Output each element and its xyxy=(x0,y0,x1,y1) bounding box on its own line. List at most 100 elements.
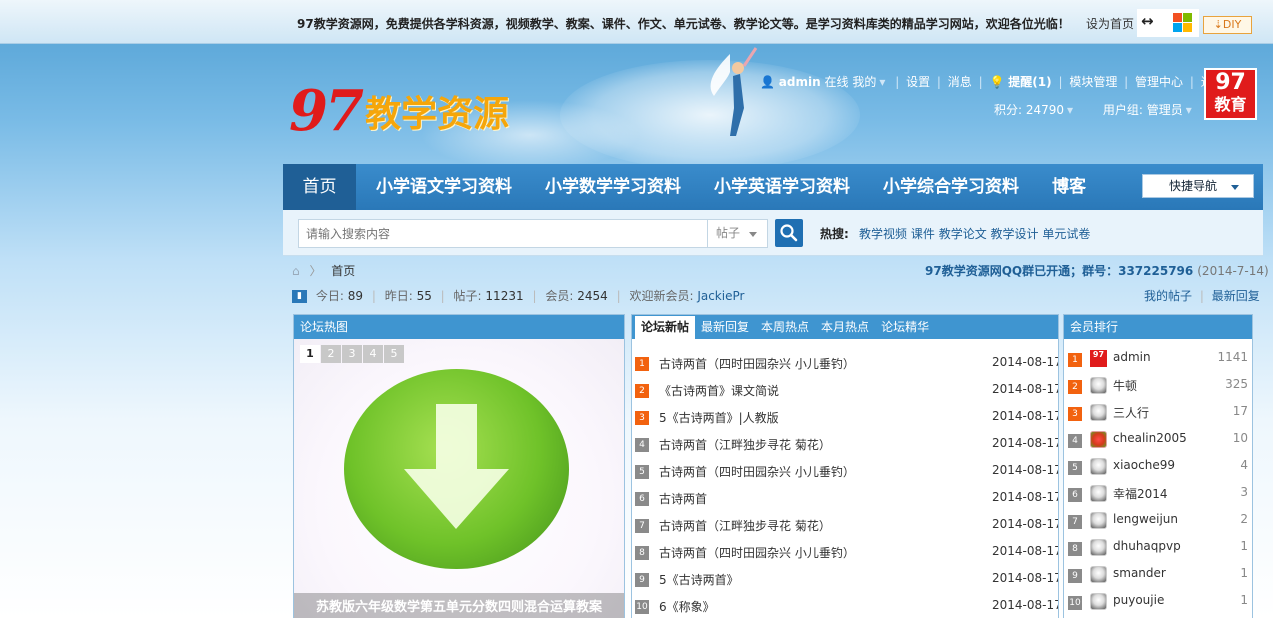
pager-page[interactable]: 5 xyxy=(384,345,404,363)
pager-page[interactable]: 2 xyxy=(321,345,341,363)
my-menu-link[interactable]: 我的 xyxy=(852,75,876,89)
rank-number: 1 xyxy=(1068,353,1082,367)
admin-center-link[interactable]: 管理中心 xyxy=(1135,75,1183,89)
member-name[interactable]: puyoujie xyxy=(1113,593,1164,607)
latest-replies-link[interactable]: 最新回复 xyxy=(1212,289,1260,303)
search-type-select[interactable]: 帖子 xyxy=(708,219,768,248)
post-title[interactable]: 古诗两首（江畔独步寻花 菊花） xyxy=(659,436,831,453)
avatar[interactable] xyxy=(1090,404,1107,421)
member-name[interactable]: 幸福2014 xyxy=(1113,485,1168,502)
post-row[interactable]: 10 6《称象》 2014-08-17 xyxy=(635,590,1058,617)
points-link[interactable]: 积分: 24790 xyxy=(994,103,1064,117)
avatar[interactable] xyxy=(1090,512,1107,529)
tab-featured[interactable]: 论坛精华 xyxy=(875,316,935,339)
windows-icon[interactable] xyxy=(1173,13,1193,33)
member-name[interactable]: xiaoche99 xyxy=(1113,458,1175,472)
tab-week-hot[interactable]: 本周热点 xyxy=(755,316,815,339)
brand-badge[interactable]: 97 教育 xyxy=(1204,68,1257,120)
home-icon[interactable]: ⌂ xyxy=(292,264,300,278)
avatar[interactable] xyxy=(1090,458,1107,475)
tab-latest-replies[interactable]: 最新回复 xyxy=(695,316,755,339)
post-row[interactable]: 8 古诗两首（四时田园杂兴 小儿垂钓） 2014-08-17 xyxy=(635,536,1058,563)
tab-month-hot[interactable]: 本月热点 xyxy=(815,316,875,339)
pager-page[interactable]: 4 xyxy=(363,345,383,363)
post-title[interactable]: 古诗两首（四时田园杂兴 小儿垂钓） xyxy=(659,355,855,372)
post-row[interactable]: 6 古诗两首 2014-08-17 xyxy=(635,482,1058,509)
post-row[interactable]: 5 古诗两首（四时田园杂兴 小儿垂钓） 2014-08-17 xyxy=(635,455,1058,482)
post-title[interactable]: 5《古诗两首》|人教版 xyxy=(659,409,779,426)
module-manage-link[interactable]: 模块管理 xyxy=(1069,75,1117,89)
post-row[interactable]: 2 《古诗两首》课文简说 2014-08-17 xyxy=(635,374,1058,401)
hot-link[interactable]: 教学视频 xyxy=(859,227,907,241)
avatar[interactable] xyxy=(1090,377,1107,394)
member-score: 1141 xyxy=(1217,350,1248,364)
newest-member-link[interactable]: JackiePr xyxy=(697,289,744,303)
post-title[interactable]: 6《称象》 xyxy=(659,598,715,615)
rank-row[interactable]: 10 puyoujie 1 xyxy=(1068,588,1252,615)
avatar[interactable] xyxy=(1090,485,1107,502)
search-button[interactable] xyxy=(775,219,803,247)
rank-row[interactable]: 1 97 admin 1141 xyxy=(1068,345,1252,372)
hot-link[interactable]: 教学设计 xyxy=(991,227,1039,241)
breadcrumb-home[interactable]: 首页 xyxy=(331,264,355,278)
tab-new-posts[interactable]: 论坛新帖 xyxy=(635,316,696,339)
messages-link[interactable]: 消息 xyxy=(948,75,972,89)
rank-row[interactable]: 4 chealin2005 10 xyxy=(1068,426,1252,453)
avatar[interactable]: 97 xyxy=(1090,350,1107,367)
rank-row[interactable]: 3 三人行 17 xyxy=(1068,399,1252,426)
rank-row[interactable]: 6 幸福2014 3 xyxy=(1068,480,1252,507)
user-group-link[interactable]: 用户组: 管理员 xyxy=(1103,103,1183,117)
reminders-link[interactable]: 提醒(1) xyxy=(1008,75,1051,89)
post-row[interactable]: 9 5《古诗两首》 2014-08-17 xyxy=(635,563,1058,590)
diy-button[interactable]: ⇣DIY xyxy=(1203,16,1252,34)
hot-link[interactable]: 课件 xyxy=(911,227,935,241)
my-posts-link[interactable]: 我的帖子 xyxy=(1144,289,1192,303)
member-name[interactable]: admin xyxy=(1113,350,1151,364)
post-title[interactable]: 古诗两首（四时田园杂兴 小儿垂钓） xyxy=(659,463,855,480)
hot-link[interactable]: 单元试卷 xyxy=(1042,227,1090,241)
post-title[interactable]: 《古诗两首》课文简说 xyxy=(659,382,779,399)
member-name[interactable]: 牛顿 xyxy=(1113,377,1137,394)
rank-row[interactable]: 5 xiaoche99 4 xyxy=(1068,453,1252,480)
search-input[interactable] xyxy=(298,219,708,248)
nav-blog[interactable]: 博客 xyxy=(1052,164,1086,210)
set-home-link[interactable]: 设为首页 xyxy=(1086,15,1134,32)
hot-picture[interactable]: 苏教版六年级数学第五单元分数四则混合运算教案 xyxy=(294,339,624,618)
post-title[interactable]: 5《古诗两首》 xyxy=(659,571,739,588)
member-name[interactable]: chealin2005 xyxy=(1113,431,1187,445)
pager-page[interactable]: 3 xyxy=(342,345,362,363)
arrows-icon[interactable]: ↔ xyxy=(1141,12,1154,30)
member-name[interactable]: 三人行 xyxy=(1113,404,1149,421)
quick-nav-dropdown[interactable]: 快捷导航 xyxy=(1142,174,1254,198)
nav-general[interactable]: 小学综合学习资料 xyxy=(883,164,1019,210)
post-title[interactable]: 古诗两首（四时田园杂兴 小儿垂钓） xyxy=(659,544,855,561)
rank-row[interactable]: 9 smander 1 xyxy=(1068,561,1252,588)
member-name[interactable]: lengweijun xyxy=(1113,512,1178,526)
post-title[interactable]: 古诗两首 xyxy=(659,490,707,507)
nav-english[interactable]: 小学英语学习资料 xyxy=(714,164,850,210)
rank-row[interactable]: 7 lengweijun 2 xyxy=(1068,507,1252,534)
post-row[interactable]: 1 古诗两首（四时田园杂兴 小儿垂钓） 2014-08-17 xyxy=(635,347,1058,374)
rank-row[interactable]: 2 牛顿 325 xyxy=(1068,372,1252,399)
avatar[interactable] xyxy=(1090,566,1107,583)
post-row[interactable]: 4 古诗两首（江畔独步寻花 菊花） 2014-08-17 xyxy=(635,428,1058,455)
hot-link[interactable]: 教学论文 xyxy=(939,227,987,241)
avatar[interactable] xyxy=(1090,431,1107,448)
member-name[interactable]: smander xyxy=(1113,566,1166,580)
nav-chinese[interactable]: 小学语文学习资料 xyxy=(376,164,512,210)
member-name[interactable]: dhuhaqpvp xyxy=(1113,539,1181,553)
avatar[interactable] xyxy=(1090,539,1107,556)
settings-link[interactable]: 设置 xyxy=(906,75,930,89)
username-link[interactable]: admin xyxy=(779,75,821,89)
qq-notice[interactable]: 97教学资源网QQ群已开通；群号：337225796 (2014-7-14) xyxy=(925,262,1269,279)
site-logo[interactable]: 97 教学资源 xyxy=(289,78,509,144)
post-row[interactable]: 3 5《古诗两首》|人教版 2014-08-17 xyxy=(635,401,1058,428)
nav-math[interactable]: 小学数学学习资料 xyxy=(545,164,681,210)
nav-home[interactable]: 首页 xyxy=(283,164,356,210)
rank-row[interactable]: 8 dhuhaqpvp 1 xyxy=(1068,534,1252,561)
post-title[interactable]: 古诗两首（江畔独步寻花 菊花） xyxy=(659,517,831,534)
post-row[interactable]: 7 古诗两首（江畔独步寻花 菊花） 2014-08-17 xyxy=(635,509,1058,536)
pager-page[interactable]: 1 xyxy=(300,345,320,363)
picture-caption[interactable]: 苏教版六年级数学第五单元分数四则混合运算教案 xyxy=(294,593,624,618)
avatar[interactable] xyxy=(1090,593,1107,610)
